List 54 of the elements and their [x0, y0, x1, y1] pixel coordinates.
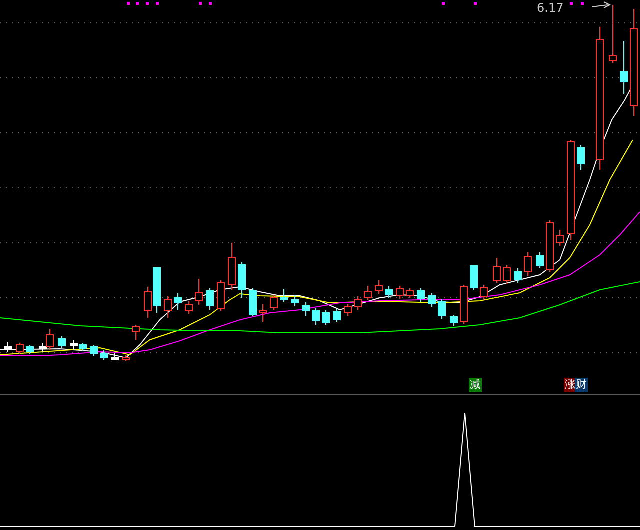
candlestick [503, 264, 511, 284]
candlestick [322, 310, 330, 326]
high-price-label: 6.17 [537, 1, 564, 15]
candlestick [546, 220, 554, 272]
candlestick [259, 304, 267, 322]
arrow-icon [592, 2, 612, 8]
candlestick [428, 292, 436, 308]
candlestick [385, 286, 393, 298]
candlestick [470, 266, 478, 290]
candlestick [577, 144, 585, 170]
candlestick [270, 294, 278, 310]
candlestick [480, 284, 488, 300]
candlestick [16, 342, 24, 354]
candlestick [185, 300, 193, 314]
candlestick [438, 298, 446, 320]
candlestick [450, 314, 458, 326]
candlestick [132, 324, 140, 340]
candlestick [514, 268, 522, 284]
candlestick [291, 294, 299, 306]
candlestick [238, 262, 246, 298]
candlestick [556, 230, 564, 246]
candlestick [4, 342, 12, 352]
candlestick [460, 284, 468, 324]
candlestick [493, 258, 501, 284]
candlestick [364, 286, 372, 300]
candlestick [280, 288, 288, 302]
candlestick [26, 344, 34, 354]
candlestick [58, 336, 66, 348]
candlestick [164, 296, 172, 318]
candlestick [195, 278, 203, 306]
signal-badge: 财 [575, 378, 588, 392]
candlestick [100, 350, 108, 360]
candlestick [111, 352, 119, 360]
candlestick [620, 40, 628, 94]
candlestick [302, 302, 310, 316]
candlestick [174, 292, 182, 310]
candlestick [609, 4, 617, 64]
candlestick [406, 288, 414, 298]
candlestick [344, 304, 352, 316]
candlestick [122, 354, 130, 362]
signal-badge: 减 [469, 378, 482, 392]
candlestick [333, 308, 341, 322]
candlestick [217, 280, 225, 312]
candlestick [524, 252, 532, 276]
candlestick [396, 286, 404, 300]
candlestick [228, 242, 236, 290]
candlestick [312, 308, 320, 326]
candlestick [375, 280, 383, 294]
candlestick [354, 296, 362, 310]
candlestick [536, 252, 544, 268]
candlestick [206, 288, 214, 310]
candlestick [417, 288, 425, 302]
candlestick [249, 288, 257, 316]
candlestick [90, 344, 98, 356]
